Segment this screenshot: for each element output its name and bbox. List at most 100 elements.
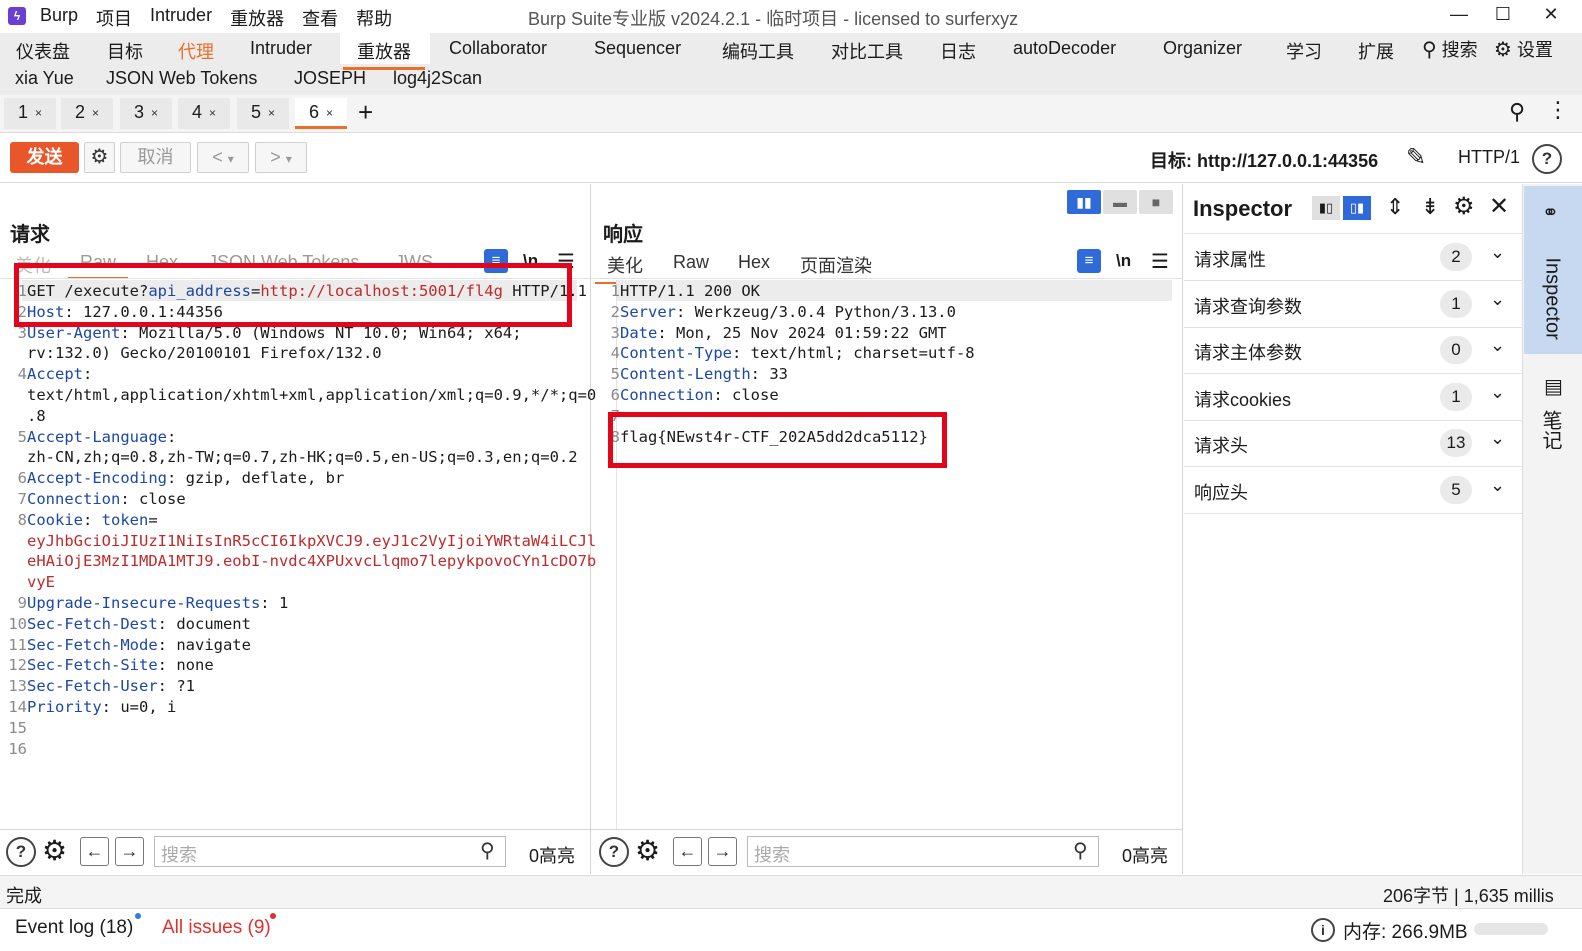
inspector-close-icon[interactable]: ✕ — [1489, 192, 1509, 221]
event-log-link[interactable]: Event log (18) — [15, 917, 133, 939]
inspector-gear-icon[interactable]: ⚙ — [1453, 192, 1475, 221]
layout-split-vertical-icon[interactable]: ▬ — [1103, 190, 1137, 214]
request-next-match-arrow-right-icon[interactable]: → — [115, 837, 144, 866]
inspector-row-request-attributes[interactable]: 请求属性 2 ⌄ — [1184, 234, 1522, 281]
inspector-row-response-headers[interactable]: 响应头 5 ⌄ — [1184, 467, 1522, 514]
response-tab-hex[interactable]: Hex — [738, 252, 770, 273]
response-search-input[interactable]: 搜索 — [747, 836, 1099, 867]
history-back-button[interactable]: < ▾ — [197, 142, 249, 173]
nav-sequencer[interactable]: Sequencer — [594, 38, 681, 59]
repeater-tab-1[interactable]: 1 × — [4, 98, 56, 129]
nav-json-web-tokens[interactable]: JSON Web Tokens — [106, 68, 257, 89]
nav-target[interactable]: 目标 — [107, 38, 143, 64]
close-icon[interactable]: × — [92, 106, 99, 120]
request-editor[interactable]: 1 GET /execute?api_address=http://localho… — [5, 281, 596, 759]
response-prev-match-arrow-left-icon[interactable]: ← — [673, 837, 702, 866]
layout-tabs-icon[interactable]: ■ — [1139, 190, 1173, 214]
pretty-format-icon[interactable]: ≡ — [1077, 249, 1101, 273]
info-icon[interactable]: i — [1311, 918, 1335, 942]
chevron-down-icon[interactable]: ⌄ — [1490, 335, 1505, 356]
nav-decoder[interactable]: 编码工具 — [722, 38, 794, 64]
layout-split-horizontal-icon[interactable]: ▮▮ — [1067, 190, 1101, 214]
menu-view[interactable]: 查看 — [302, 5, 338, 31]
nav-collaborator[interactable]: Collaborator — [449, 38, 547, 59]
inspector-layout-right-icon[interactable]: ▯▮ — [1343, 196, 1371, 220]
edit-target-pencil-icon[interactable]: ✎ — [1406, 143, 1426, 172]
menu-burp[interactable]: Burp — [40, 5, 78, 31]
nav-settings[interactable]: ⚙ 设置 — [1494, 36, 1553, 62]
nav-dashboard[interactable]: 仪表盘 — [16, 38, 70, 64]
response-tab-pretty[interactable]: 美化 — [595, 252, 655, 284]
repeater-tab-6[interactable]: 6 × — [295, 98, 347, 129]
more-vertical-icon[interactable]: ⋮ — [1547, 97, 1569, 123]
nav-joseph[interactable]: JOSEPH — [294, 68, 366, 89]
pane-divider[interactable] — [1182, 184, 1183, 874]
close-icon[interactable]: × — [268, 106, 275, 120]
chevron-down-icon[interactable]: ⌄ — [1490, 475, 1505, 496]
menu-repeater[interactable]: 重放器 — [230, 5, 284, 31]
request-prev-match-arrow-left-icon[interactable]: ← — [80, 837, 109, 866]
inspector-row-query-params[interactable]: 请求查询参数 1 ⌄ — [1184, 281, 1522, 328]
response-tab-render[interactable]: 页面渲染 — [800, 252, 872, 278]
menu-help[interactable]: 帮助 — [356, 5, 392, 31]
close-icon[interactable]: × — [326, 106, 333, 120]
menu-project[interactable]: 项目 — [96, 5, 132, 31]
nav-repeater[interactable]: 重放器 — [343, 38, 425, 70]
all-issues-link[interactable]: All issues (9) — [162, 917, 271, 939]
side-tab-inspector[interactable]: ⚭ Inspector — [1524, 186, 1582, 354]
nav-proxy[interactable]: 代理 — [178, 38, 214, 64]
http-version-label[interactable]: HTTP/1 — [1458, 147, 1520, 168]
history-forward-button[interactable]: > ▾ — [255, 142, 307, 173]
maximize-button[interactable]: ☐ — [1488, 4, 1518, 25]
nav-comparer[interactable]: 对比工具 — [831, 38, 903, 64]
side-tab-notes[interactable]: ▤ 笔记 — [1524, 364, 1582, 464]
chevron-down-icon[interactable]: ⌄ — [1490, 382, 1505, 403]
response-help-icon[interactable]: ? — [599, 837, 629, 867]
issues-dot — [270, 913, 276, 919]
chevron-down-icon[interactable]: ⌄ — [1490, 289, 1505, 310]
collapse-all-icon[interactable]: ⇟ — [1421, 194, 1439, 220]
minimize-button[interactable]: — — [1444, 4, 1474, 25]
inspector-row-cookies[interactable]: 请求cookies 1 ⌄ — [1184, 374, 1522, 421]
repeater-tab-3[interactable]: 3 × — [120, 98, 172, 129]
repeater-tab-5[interactable]: 5 × — [237, 98, 289, 129]
newline-toggle[interactable]: \n — [1116, 251, 1131, 271]
nav-learn[interactable]: 学习 — [1286, 38, 1322, 64]
inspector-row-body-params[interactable]: 请求主体参数 0 ⌄ — [1184, 327, 1522, 374]
close-icon[interactable]: × — [35, 106, 42, 120]
request-search-settings-gear-icon[interactable]: ⚙ — [42, 834, 67, 867]
response-search-settings-gear-icon[interactable]: ⚙ — [635, 834, 660, 867]
pane-divider[interactable] — [590, 184, 591, 874]
cancel-button[interactable]: 取消 — [120, 142, 191, 173]
nav-intruder[interactable]: Intruder — [250, 38, 312, 59]
chevron-down-icon[interactable]: ⌄ — [1490, 242, 1505, 263]
nav-organizer[interactable]: Organizer — [1163, 38, 1242, 59]
response-next-match-arrow-right-icon[interactable]: → — [708, 837, 737, 866]
expand-all-icon[interactable]: ⇕ — [1386, 194, 1404, 220]
close-icon[interactable]: × — [209, 106, 216, 120]
nav-logger[interactable]: 日志 — [940, 38, 976, 64]
help-icon[interactable]: ? — [1532, 144, 1562, 174]
inspector-layout-left-icon[interactable]: ▮▯ — [1312, 196, 1340, 220]
request-help-icon[interactable]: ? — [6, 837, 36, 867]
response-menu-icon[interactable]: ☰ — [1151, 249, 1169, 274]
request-search-input[interactable]: 搜索 — [154, 836, 506, 867]
close-icon[interactable]: × — [151, 106, 158, 120]
repeater-tab-2[interactable]: 2 × — [61, 98, 113, 129]
nav-search[interactable]: ⚲ 搜索 — [1422, 36, 1478, 62]
menu-intruder[interactable]: Intruder — [150, 5, 212, 31]
nav-log4j2scan[interactable]: log4j2Scan — [393, 68, 482, 89]
response-tab-raw[interactable]: Raw — [673, 252, 709, 273]
send-button[interactable]: 发送 — [10, 142, 79, 173]
nav-autodecoder[interactable]: autoDecoder — [1013, 38, 1116, 59]
nav-xia-yue[interactable]: xia Yue — [15, 68, 74, 89]
code-token: Priority — [27, 697, 102, 716]
repeater-tab-4[interactable]: 4 × — [178, 98, 230, 129]
send-settings-gear-icon[interactable]: ⚙ — [84, 142, 115, 173]
tab-search-icon[interactable]: ⚲ — [1509, 99, 1525, 125]
chevron-down-icon[interactable]: ⌄ — [1490, 428, 1505, 449]
add-tab-button[interactable]: + — [358, 97, 373, 128]
nav-extensions[interactable]: 扩展 — [1358, 38, 1394, 64]
close-window-button[interactable]: ✕ — [1536, 4, 1566, 25]
inspector-row-request-headers[interactable]: 请求头 13 ⌄ — [1184, 420, 1522, 467]
